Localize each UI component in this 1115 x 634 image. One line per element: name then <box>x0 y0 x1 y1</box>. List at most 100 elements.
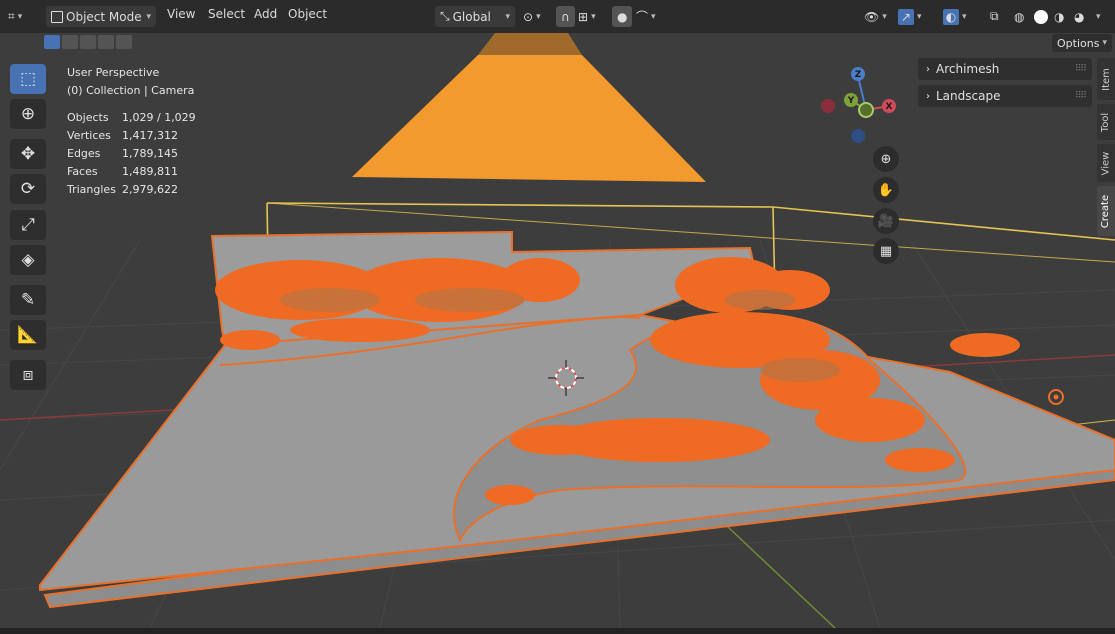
drag-grip-icon[interactable]: ⠿⠿ <box>1075 91 1087 101</box>
grid-icon: ▦ <box>879 243 893 259</box>
gizmo-x-label: X <box>886 102 893 112</box>
panel-landscape[interactable]: › Landscape ⠿⠿ <box>918 85 1092 107</box>
rendered-sphere-icon: ◕ <box>1074 9 1085 24</box>
transform-orientation-icon: ⤡ <box>440 9 450 23</box>
tab-create[interactable]: Create <box>1097 186 1115 236</box>
shading-options-button[interactable]: ▾ <box>1096 6 1101 27</box>
chevron-down-icon: ▾ <box>1102 38 1107 48</box>
orientation-label: Global <box>452 9 491 24</box>
rotate-tool[interactable]: ⟳ <box>10 174 46 204</box>
object-mode-icon <box>51 10 63 23</box>
gizmo-neg-z[interactable] <box>851 129 865 143</box>
menu-add[interactable]: Add <box>254 7 277 21</box>
timeline-edge <box>0 628 1115 634</box>
material-sphere-icon: ◑ <box>1054 9 1065 24</box>
empty-object-marker <box>1048 389 1064 405</box>
tab-label: Tool <box>1100 112 1112 132</box>
panel-label: Landscape <box>936 89 1001 103</box>
move-tool[interactable]: ✥ <box>10 139 46 169</box>
chevron-down-icon: ▾ <box>917 11 922 22</box>
falloff-button[interactable]: ⌒ ▾ <box>636 6 656 27</box>
navigation-gizmo[interactable]: Z X Y <box>821 67 896 143</box>
stat-row: Objects 1,029 / 1,029 <box>67 109 196 127</box>
editor-type-button[interactable]: ⌗ ▾ <box>8 6 22 27</box>
xray-icon: ⧉ <box>990 9 999 23</box>
magnet-icon: ∩ <box>561 9 570 24</box>
chevron-down-icon: ▾ <box>505 11 510 22</box>
pivot-icon: ⊙ <box>523 9 534 24</box>
menu-object[interactable]: Object <box>288 7 327 21</box>
stat-row: Faces 1,489,811 <box>67 163 196 181</box>
3d-viewport[interactable]: Z X Y ⬚ ⊕ ✥ ⟳ ⤢ ◈ ✎ 📐 ⧈ User Perspective… <box>0 33 1115 628</box>
view-name: User Perspective <box>67 66 160 79</box>
add-cube-tool[interactable]: ⧈ <box>10 360 46 390</box>
chevron-down-icon: ▾ <box>536 11 541 22</box>
measure-tool[interactable]: 📐 <box>10 320 46 350</box>
gizmo-neg-x[interactable] <box>821 99 835 113</box>
menu-view[interactable]: View <box>167 7 195 21</box>
scale-tool[interactable]: ⤢ <box>10 210 46 240</box>
rendered-shading-button[interactable]: ◕ <box>1074 6 1084 27</box>
light-source <box>478 33 582 55</box>
select-box-icon: ⬚ <box>19 69 37 89</box>
annotate-tool[interactable]: ✎ <box>10 285 46 315</box>
solid-shading-button[interactable] <box>1034 6 1048 27</box>
stat-value: 1,789,145 <box>122 147 178 160</box>
select-subtract-icon[interactable] <box>80 35 96 49</box>
select-set-icon[interactable] <box>44 35 60 49</box>
camera-view-button[interactable]: 🎥 <box>873 208 899 234</box>
stat-row: Triangles 2,979,622 <box>67 181 196 199</box>
select-intersect-icon[interactable] <box>116 35 132 49</box>
tab-tool[interactable]: Tool <box>1097 104 1115 140</box>
transform-tool[interactable]: ◈ <box>10 245 46 275</box>
falloff-curve-icon: ⌒ <box>636 10 649 24</box>
panel-archimesh[interactable]: › Archimesh ⠿⠿ <box>918 58 1092 80</box>
options-dropdown[interactable]: Options ▾ <box>1052 34 1112 52</box>
options-label: Options <box>1057 36 1100 50</box>
mode-label: Object Mode <box>66 9 142 24</box>
object-visibility-button[interactable]: 👁 ▾ <box>864 6 887 27</box>
proportional-edit-toggle[interactable]: ● <box>612 6 633 27</box>
transform-icon: ◈ <box>21 250 35 270</box>
stat-value: 2,979,622 <box>122 183 178 196</box>
gizmo-neg-y[interactable] <box>858 102 874 118</box>
viewport-header: ⌗ ▾ Object Mode ▾ View Select Add Object … <box>0 0 1115 33</box>
xray-toggle[interactable]: ⧉ <box>990 6 999 27</box>
chevron-right-icon: › <box>926 90 930 102</box>
select-box-tool[interactable]: ⬚ <box>10 64 46 94</box>
stat-label: Objects <box>67 111 109 124</box>
annotate-icon: ✎ <box>20 290 36 310</box>
material-shading-button[interactable]: ◑ <box>1054 6 1064 27</box>
drag-grip-icon[interactable]: ⠿⠿ <box>1075 64 1087 74</box>
overlays-toggle[interactable]: ◐ ▾ <box>943 6 967 27</box>
selection-mode-buttons <box>44 35 132 49</box>
panel-label: Archimesh <box>936 62 1000 76</box>
orientation-dropdown[interactable]: ⤡ Global ▾ <box>435 6 515 27</box>
mode-dropdown[interactable]: Object Mode ▾ <box>46 6 156 27</box>
solid-sphere-icon <box>1034 9 1048 24</box>
select-extend-icon[interactable] <box>62 35 78 49</box>
stat-row: Vertices 1,417,312 <box>67 127 196 145</box>
tab-item[interactable]: Item <box>1097 58 1115 100</box>
overlays-icon: ◐ <box>943 8 959 25</box>
snap-toggle[interactable]: ∩ <box>556 6 575 27</box>
scene-statistics: Objects 1,029 / 1,029 Vertices 1,417,312 E… <box>67 109 196 199</box>
cursor-icon: ⊕ <box>20 104 36 124</box>
select-invert-icon[interactable] <box>98 35 114 49</box>
cursor-tool[interactable]: ⊕ <box>10 99 46 129</box>
gizmo-toggle[interactable]: ↗ ▾ <box>898 6 922 27</box>
tab-view[interactable]: View <box>1097 144 1115 182</box>
gizmo-icon: ↗ <box>898 8 914 25</box>
tab-label: View <box>1100 151 1112 175</box>
snap-target-button[interactable]: ⊞ ▾ <box>578 6 596 27</box>
zoom-button[interactable]: ⊕ <box>873 146 899 172</box>
rotate-icon: ⟳ <box>20 179 36 199</box>
stat-value: 1,417,312 <box>122 129 178 142</box>
perspective-toggle-button[interactable]: ▦ <box>873 238 899 264</box>
menu-select[interactable]: Select <box>208 7 245 21</box>
wireframe-shading-button[interactable]: ◍ <box>1014 6 1024 27</box>
camera-icon: 🎥 <box>877 213 895 229</box>
pan-button[interactable]: ✋ <box>873 177 899 203</box>
stat-value: 1,029 / 1,029 <box>122 111 196 124</box>
pivot-point-button[interactable]: ⊙ ▾ <box>523 6 541 27</box>
